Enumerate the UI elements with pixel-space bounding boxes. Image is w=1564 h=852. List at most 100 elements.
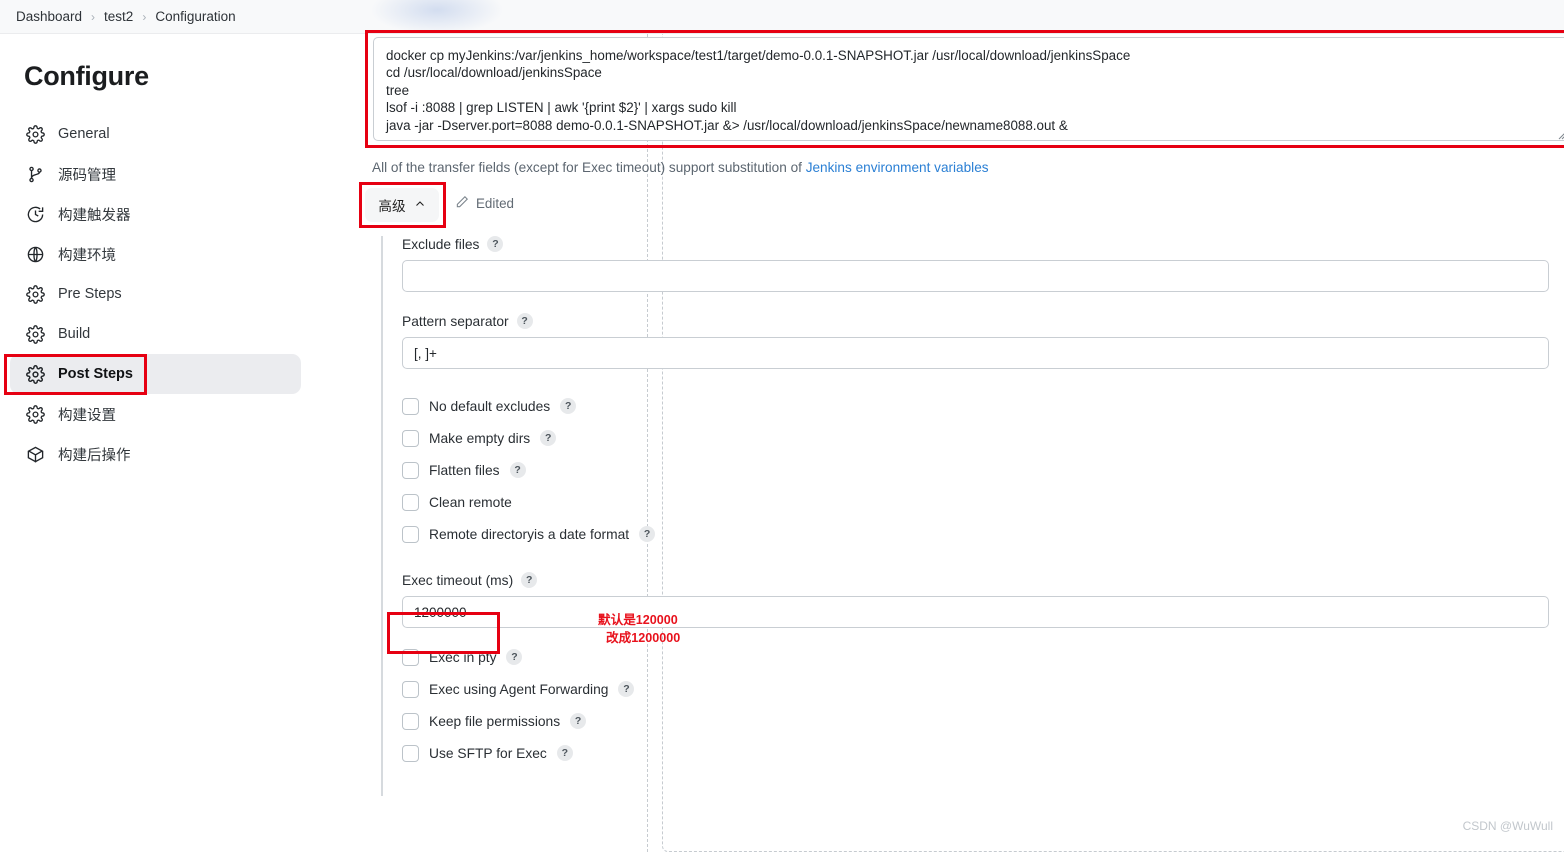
gear-icon	[24, 323, 46, 345]
sidebar-item-build-triggers[interactable]: 构建触发器	[10, 194, 301, 234]
sidebar-item-build-settings[interactable]: 构建设置	[10, 394, 301, 434]
field-label-row: Exclude files ?	[402, 236, 1564, 252]
breadcrumb-item-test2[interactable]: test2	[98, 7, 139, 26]
help-icon[interactable]: ?	[506, 649, 522, 665]
sidebar-item-label: Post Steps	[58, 366, 133, 382]
checkbox-label: Exec using Agent Forwarding	[429, 682, 608, 697]
breadcrumb-item-dashboard[interactable]: Dashboard	[10, 7, 88, 26]
sidebar-item-label: 构建触发器	[58, 204, 131, 225]
checkbox-exec-agent-forwarding[interactable]	[402, 681, 419, 698]
watermark: CSDN @WuWull	[1463, 819, 1553, 833]
sidebar-item-label: 源码管理	[58, 164, 116, 185]
sidebar-nav-list: General 源码管理 构建触发器	[0, 114, 325, 474]
breadcrumb-bar: Dashboard › test2 › Configuration	[0, 0, 1564, 34]
exec-command-textarea[interactable]	[373, 37, 1564, 141]
help-icon[interactable]: ?	[540, 430, 556, 446]
checkbox-remote-directory-date-format[interactable]	[402, 526, 419, 543]
sidebar-item-build[interactable]: Build	[10, 314, 301, 354]
pencil-icon	[455, 195, 469, 212]
sidebar-item-label: Build	[58, 326, 90, 342]
pattern-separator-input[interactable]	[402, 337, 1549, 369]
checkbox-label: Clean remote	[429, 495, 512, 510]
annotation-text-changed-value: 改成1200000	[606, 627, 680, 646]
breadcrumb-separator-icon: ›	[139, 10, 149, 24]
checkbox-group-transfer-options: No default excludes ? Make empty dirs ? …	[402, 390, 1564, 550]
help-text-prefix: All of the transfer fields (except for E…	[372, 160, 806, 175]
field-pattern-separator: Pattern separator ?	[402, 313, 1564, 369]
globe-icon	[24, 243, 46, 265]
chevron-up-icon	[414, 198, 426, 213]
exclude-files-input[interactable]	[402, 260, 1549, 292]
checkbox-row-make-empty-dirs[interactable]: Make empty dirs ?	[402, 422, 1564, 454]
checkbox-keep-file-permissions[interactable]	[402, 713, 419, 730]
sidebar: Configure General 源码管理	[0, 34, 325, 844]
help-icon[interactable]: ?	[618, 681, 634, 697]
exec-timeout-input[interactable]	[402, 596, 1549, 628]
checkbox-flatten-files[interactable]	[402, 462, 419, 479]
checkbox-exec-in-pty[interactable]	[402, 649, 419, 666]
checkbox-label: Make empty dirs	[429, 431, 530, 446]
sidebar-item-label: 构建设置	[58, 404, 116, 425]
help-icon[interactable]: ?	[510, 462, 526, 478]
sidebar-item-post-steps[interactable]: Post Steps	[10, 354, 301, 394]
checkbox-make-empty-dirs[interactable]	[402, 430, 419, 447]
checkbox-no-default-excludes[interactable]	[402, 398, 419, 415]
exclude-files-label: Exclude files	[402, 237, 479, 252]
transfer-fields-help-text: All of the transfer fields (except for E…	[372, 160, 989, 175]
edited-status: Edited	[455, 195, 514, 212]
gear-icon	[24, 363, 46, 385]
sidebar-item-pre-steps[interactable]: Pre Steps	[10, 274, 301, 314]
sidebar-item-post-build-actions[interactable]: 构建后操作	[10, 434, 301, 474]
help-icon[interactable]: ?	[521, 572, 537, 588]
header-glow-decoration	[372, 0, 502, 34]
checkbox-label: Remote directoryis a date format	[429, 527, 629, 542]
checkbox-row-exec-agent-forwarding[interactable]: Exec using Agent Forwarding ?	[402, 673, 1564, 705]
advanced-toggle-button[interactable]: 高级	[365, 188, 439, 222]
checkbox-row-no-default-excludes[interactable]: No default excludes ?	[402, 390, 1564, 422]
gear-icon	[24, 403, 46, 425]
help-icon[interactable]: ?	[557, 745, 573, 761]
jenkins-env-variables-link[interactable]: Jenkins environment variables	[806, 160, 989, 175]
clock-icon	[24, 203, 46, 225]
pattern-separator-label: Pattern separator	[402, 314, 509, 329]
checkbox-label: No default excludes	[429, 399, 550, 414]
help-icon[interactable]: ?	[517, 313, 533, 329]
checkbox-group-exec-options: Exec in pty ? Exec using Agent Forwardin…	[402, 641, 1564, 769]
help-icon[interactable]: ?	[639, 526, 655, 542]
sidebar-item-label: Pre Steps	[58, 286, 122, 302]
checkbox-row-use-sftp-for-exec[interactable]: Use SFTP for Exec ?	[402, 737, 1564, 769]
breadcrumb-item-configuration[interactable]: Configuration	[149, 7, 241, 26]
checkbox-label: Keep file permissions	[429, 714, 560, 729]
field-label-row: Exec timeout (ms) ?	[402, 572, 1564, 588]
checkbox-row-keep-file-permissions[interactable]: Keep file permissions ?	[402, 705, 1564, 737]
sidebar-item-general[interactable]: General	[10, 114, 301, 154]
field-exclude-files: Exclude files ?	[402, 236, 1564, 292]
checkbox-label: Exec in pty	[429, 650, 496, 665]
advanced-settings-panel: Exclude files ? Pattern separator ? No d…	[381, 236, 1564, 796]
checkbox-label: Flatten files	[429, 463, 500, 478]
sidebar-item-build-environment[interactable]: 构建环境	[10, 234, 301, 274]
field-exec-timeout: Exec timeout (ms) ? 默认是120000 改成1200000	[402, 572, 1564, 628]
checkbox-label: Use SFTP for Exec	[429, 746, 547, 761]
source-branch-icon	[24, 163, 46, 185]
field-label-row: Pattern separator ?	[402, 313, 1564, 329]
exec-timeout-label: Exec timeout (ms)	[402, 573, 513, 588]
page-title: Configure	[24, 61, 325, 92]
breadcrumb-separator-icon: ›	[88, 10, 98, 24]
sidebar-item-label: General	[58, 126, 110, 142]
checkbox-row-remote-directory-date-format[interactable]: Remote directoryis a date format ?	[402, 518, 1564, 550]
checkbox-clean-remote[interactable]	[402, 494, 419, 511]
sidebar-item-source-management[interactable]: 源码管理	[10, 154, 301, 194]
annotation-text-default-value: 默认是120000	[598, 609, 678, 628]
checkbox-row-flatten-files[interactable]: Flatten files ?	[402, 454, 1564, 486]
sidebar-item-label: 构建环境	[58, 244, 116, 265]
help-icon[interactable]: ?	[487, 236, 503, 252]
checkbox-use-sftp-for-exec[interactable]	[402, 745, 419, 762]
help-icon[interactable]: ?	[560, 398, 576, 414]
checkbox-row-exec-in-pty[interactable]: Exec in pty ?	[402, 641, 1564, 673]
package-icon	[24, 443, 46, 465]
gear-icon	[24, 283, 46, 305]
help-icon[interactable]: ?	[570, 713, 586, 729]
advanced-button-label: 高级	[378, 195, 405, 215]
checkbox-row-clean-remote[interactable]: Clean remote	[402, 486, 1564, 518]
